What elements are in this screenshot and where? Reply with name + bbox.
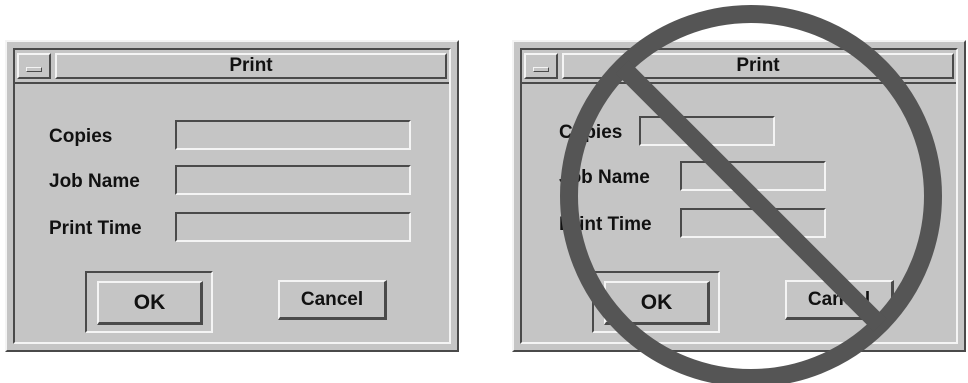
dialog-frame: Print Copies Job Name Print Time OK Canc… [13,48,451,344]
copies-label: Copies [49,126,113,147]
window-menu-button[interactable] [524,53,558,79]
window-menu-icon [26,67,42,72]
ok-button[interactable]: OK [604,281,710,325]
title-bar: Print [15,50,449,84]
copies-label: Copies [559,122,623,143]
title-bar: Print [522,50,956,84]
job-name-label: Job Name [559,167,650,188]
dialog-title: Print [562,53,954,79]
print-dialog-misaligned: Print Copies Job Name Print Time OK Canc… [512,40,966,352]
dialog-title: Print [55,53,447,79]
job-name-field[interactable] [175,165,411,195]
job-name-field[interactable] [680,161,826,191]
ok-button[interactable]: OK [97,281,203,325]
cancel-button[interactable]: Cancel [278,280,387,320]
print-time-field[interactable] [175,212,411,242]
copies-field[interactable] [639,116,775,146]
dialog-frame: Print Copies Job Name Print Time OK Canc… [520,48,958,344]
print-time-label: Print Time [49,218,142,239]
window-menu-button[interactable] [17,53,51,79]
job-name-label: Job Name [49,171,140,192]
cancel-button[interactable]: Cancel [785,280,894,320]
window-menu-icon [533,67,549,72]
print-time-label: Print Time [559,214,652,235]
print-dialog-aligned: Print Copies Job Name Print Time OK Canc… [5,40,459,352]
copies-field[interactable] [175,120,411,150]
print-time-field[interactable] [680,208,826,238]
